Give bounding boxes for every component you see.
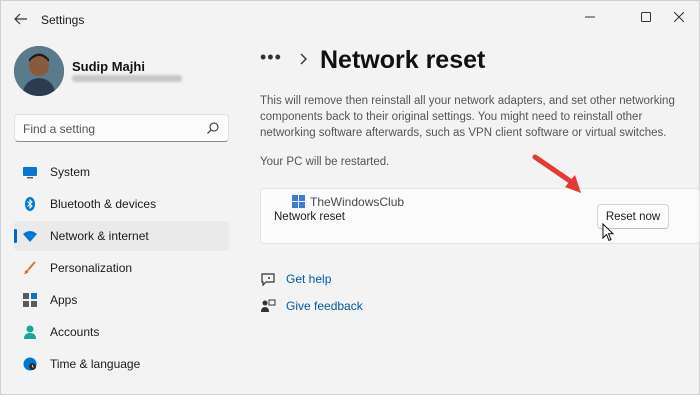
sidebar-nav: System Bluetooth & devices Network & int…: [14, 157, 229, 381]
settings-window: Settings Sudip Majhi Find a setting Syst…: [0, 0, 700, 395]
give-feedback-link[interactable]: Give feedback: [260, 298, 363, 314]
help-chat-icon: [260, 271, 276, 287]
sidebar-item-time-language[interactable]: Time & language: [14, 349, 229, 379]
user-name: Sudip Majhi: [72, 59, 145, 74]
description-text: This will remove then reinstall all your…: [260, 95, 675, 139]
sidebar-item-personalization[interactable]: Personalization: [14, 253, 229, 283]
sidebar-item-accounts[interactable]: Accounts: [14, 317, 229, 347]
avatar[interactable]: [14, 46, 64, 96]
search-box[interactable]: [14, 114, 229, 142]
windows-club-logo-icon: [292, 195, 305, 208]
sidebar-item-label: Time & language: [50, 357, 141, 371]
get-help-link[interactable]: Get help: [260, 271, 331, 287]
sidebar-item-apps[interactable]: Apps: [14, 285, 229, 315]
avatar-photo-icon: [14, 46, 64, 96]
sidebar-item-network[interactable]: Network & internet: [14, 221, 229, 251]
brush-icon: [22, 260, 38, 276]
sidebar-item-label: Network & internet: [50, 229, 149, 243]
user-email-redacted: [72, 75, 182, 82]
search-input[interactable]: [23, 121, 193, 137]
system-icon: [22, 164, 38, 180]
mouse-cursor-icon: [602, 223, 615, 242]
sidebar-item-bluetooth[interactable]: Bluetooth & devices: [14, 189, 229, 219]
watermark: TheWindowsClub: [292, 195, 404, 209]
annotation-arrow-icon: [532, 154, 581, 193]
get-help-label[interactable]: Get help: [286, 272, 331, 286]
restart-note: Your PC will be restarted.: [260, 156, 390, 168]
watermark-text: TheWindowsClub: [310, 195, 405, 209]
sidebar-item-label: Accounts: [50, 325, 100, 339]
card-label: Network reset: [274, 211, 345, 223]
sidebar-item-label: Personalization: [50, 261, 133, 275]
app-title: Settings: [41, 13, 85, 27]
title-bar: Settings: [1, 1, 700, 37]
minimize-icon: [585, 16, 595, 18]
breadcrumb-more-button[interactable]: •••: [260, 47, 282, 68]
page-title: Network reset: [320, 46, 486, 74]
close-icon: [674, 12, 684, 22]
bluetooth-icon: [22, 196, 38, 212]
sidebar-item-label: System: [50, 165, 91, 179]
search-icon[interactable]: [206, 121, 220, 135]
maximize-icon: [641, 12, 651, 22]
sidebar-item-label: Apps: [50, 293, 78, 307]
close-button[interactable]: [656, 5, 700, 29]
back-button[interactable]: [13, 11, 29, 27]
sidebar-item-label: Bluetooth & devices: [50, 197, 157, 211]
arrow-left-icon: [14, 13, 27, 25]
give-feedback-label[interactable]: Give feedback: [286, 299, 363, 313]
minimize-button[interactable]: [567, 5, 613, 29]
person-icon: [22, 324, 38, 340]
sidebar-item-system[interactable]: System: [14, 157, 229, 187]
chevron-right-icon: [300, 53, 307, 65]
feedback-icon: [260, 298, 276, 314]
globe-clock-icon: [22, 356, 38, 372]
wifi-icon: [22, 228, 38, 244]
apps-icon: [22, 292, 38, 308]
